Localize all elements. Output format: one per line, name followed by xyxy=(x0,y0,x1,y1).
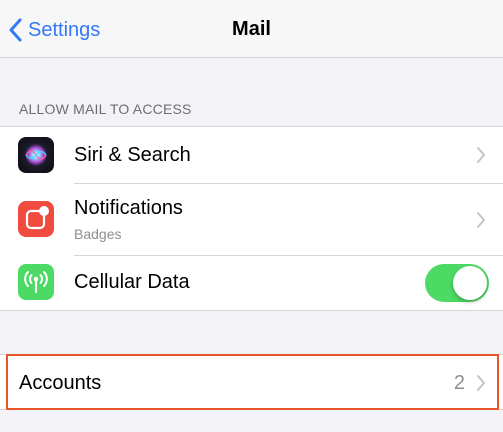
navigation-bar: Settings Mail xyxy=(0,0,503,58)
siri-icon xyxy=(18,137,54,173)
access-settings-group: Siri & Search Notifications Badges Cellu… xyxy=(0,126,503,311)
chevron-right-icon xyxy=(477,212,485,228)
notifications-label: Notifications xyxy=(74,197,183,219)
cellular-data-label: Cellular Data xyxy=(74,271,190,293)
chevron-right-icon xyxy=(477,147,485,163)
cellular-data-row: Cellular Data xyxy=(0,256,503,312)
siri-search-label: Siri & Search xyxy=(74,144,191,166)
cellular-icon xyxy=(18,264,54,300)
accounts-label: Accounts xyxy=(19,372,102,394)
toggle-knob xyxy=(453,266,487,300)
siri-search-row[interactable]: Siri & Search xyxy=(0,127,503,183)
accounts-count: 2 xyxy=(453,372,465,394)
chevron-right-icon xyxy=(477,375,485,391)
section-header: ALLOW MAIL TO ACCESS xyxy=(19,101,192,117)
page-title: Mail xyxy=(232,18,271,40)
notifications-icon xyxy=(18,201,54,237)
notifications-sublabel: Badges xyxy=(74,226,122,242)
cellular-data-toggle[interactable] xyxy=(425,264,489,302)
accounts-row[interactable]: Accounts 2 xyxy=(0,354,503,410)
notifications-row[interactable]: Notifications Badges xyxy=(0,184,503,255)
